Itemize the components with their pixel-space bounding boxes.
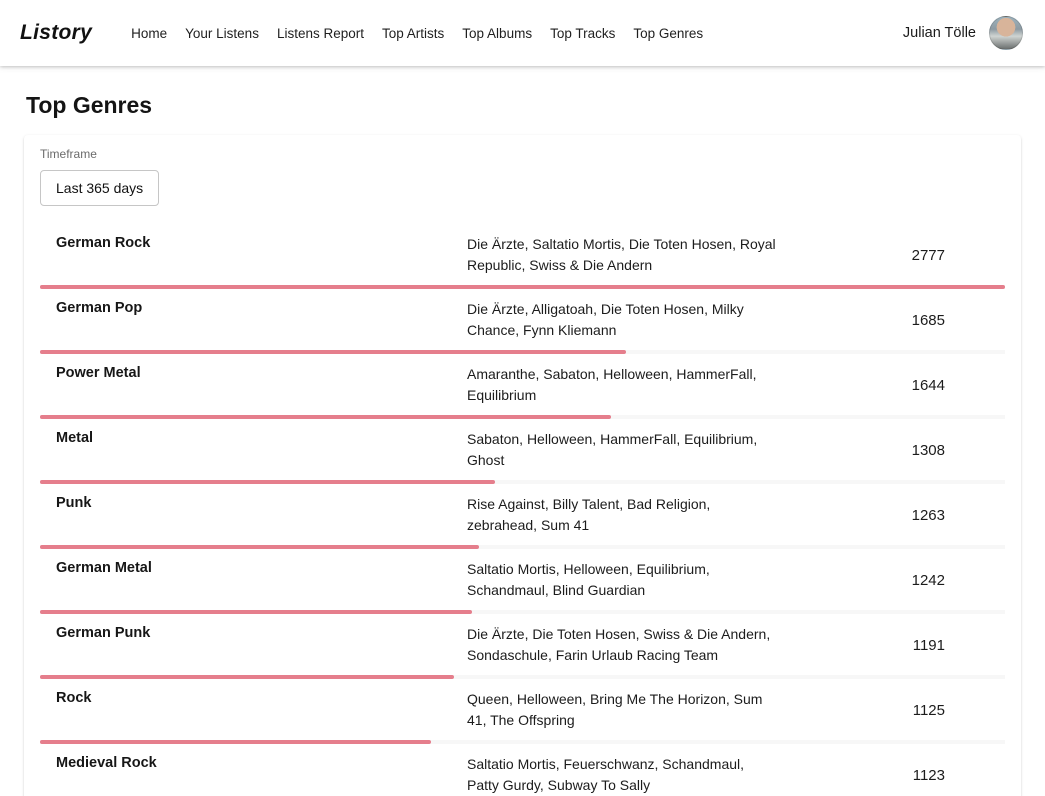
genre-name: Medieval Rock	[40, 754, 467, 796]
main-content: Top Genres Timeframe Last 365 days Germa…	[0, 92, 1045, 796]
app-logo[interactable]: Listory	[20, 21, 92, 45]
nav-user-area: Julian Tölle	[903, 16, 1023, 50]
genre-count: 1191	[797, 637, 1005, 654]
user-name[interactable]: Julian Tölle	[903, 25, 976, 41]
genre-row: Medieval Rock Saltatio Mortis, Feuerschw…	[40, 744, 1005, 796]
genre-row: Metal Sabaton, Helloween, HammerFall, Eq…	[40, 419, 1005, 484]
genre-row: German Punk Die Ärzte, Die Toten Hosen, …	[40, 614, 1005, 679]
genre-count: 1685	[797, 312, 1005, 329]
genre-count: 1123	[797, 767, 1005, 784]
genre-artists-list: Saltatio Mortis, Helloween, Equilibrium,…	[467, 559, 797, 601]
genre-artists-list: Die Ärzte, Saltatio Mortis, Die Toten Ho…	[467, 234, 797, 276]
genre-artists-list: Die Ärzte, Alligatoah, Die Toten Hosen, …	[467, 299, 797, 341]
nav-item-your-listens[interactable]: Your Listens	[176, 18, 268, 49]
genre-row: Power Metal Amaranthe, Sabaton, Hellowee…	[40, 354, 1005, 419]
timeframe-select[interactable]: Last 365 days	[40, 170, 159, 206]
genre-row: German Metal Saltatio Mortis, Helloween,…	[40, 549, 1005, 614]
genre-name: Metal	[40, 429, 467, 471]
genre-name: German Punk	[40, 624, 467, 666]
genre-count: 1125	[797, 702, 1005, 719]
nav-item-top-tracks[interactable]: Top Tracks	[541, 18, 624, 49]
genre-count: 1263	[797, 507, 1005, 524]
nav-item-top-albums[interactable]: Top Albums	[453, 18, 541, 49]
genre-artists-list: Rise Against, Billy Talent, Bad Religion…	[467, 494, 797, 536]
genre-count: 1644	[797, 377, 1005, 394]
avatar[interactable]	[989, 16, 1023, 50]
genre-row: German Rock Die Ärzte, Saltatio Mortis, …	[40, 224, 1005, 289]
genre-count: 2777	[797, 247, 1005, 264]
genre-name: German Pop	[40, 299, 467, 341]
top-nav: Listory HomeYour ListensListens ReportTo…	[0, 0, 1045, 66]
genre-artists-list: Queen, Helloween, Bring Me The Horizon, …	[467, 689, 797, 731]
nav-item-top-genres[interactable]: Top Genres	[624, 18, 712, 49]
timeframe-filter: Timeframe Last 365 days	[24, 145, 1021, 206]
genre-row: Punk Rise Against, Billy Talent, Bad Rel…	[40, 484, 1005, 549]
genre-row: Rock Queen, Helloween, Bring Me The Hori…	[40, 679, 1005, 744]
nav-links: HomeYour ListensListens ReportTop Artist…	[122, 18, 712, 49]
timeframe-label: Timeframe	[40, 147, 1005, 161]
genre-count: 1242	[797, 572, 1005, 589]
genre-table: German Rock Die Ärzte, Saltatio Mortis, …	[24, 224, 1021, 796]
genre-name: German Rock	[40, 234, 467, 276]
genre-name: Rock	[40, 689, 467, 731]
nav-item-top-artists[interactable]: Top Artists	[373, 18, 453, 49]
genre-name: Power Metal	[40, 364, 467, 406]
genre-name: Punk	[40, 494, 467, 536]
genre-artists-list: Saltatio Mortis, Feuerschwanz, Schandmau…	[467, 754, 797, 796]
genre-row: German Pop Die Ärzte, Alligatoah, Die To…	[40, 289, 1005, 354]
genre-artists-list: Amaranthe, Sabaton, Helloween, HammerFal…	[467, 364, 797, 406]
genre-count: 1308	[797, 442, 1005, 459]
nav-item-listens-report[interactable]: Listens Report	[268, 18, 373, 49]
genre-name: German Metal	[40, 559, 467, 601]
genre-artists-list: Die Ärzte, Die Toten Hosen, Swiss & Die …	[467, 624, 797, 666]
page-title: Top Genres	[26, 92, 1019, 119]
top-genres-card: Timeframe Last 365 days German Rock Die …	[24, 135, 1021, 796]
genre-artists-list: Sabaton, Helloween, HammerFall, Equilibr…	[467, 429, 797, 471]
nav-item-home[interactable]: Home	[122, 18, 176, 49]
